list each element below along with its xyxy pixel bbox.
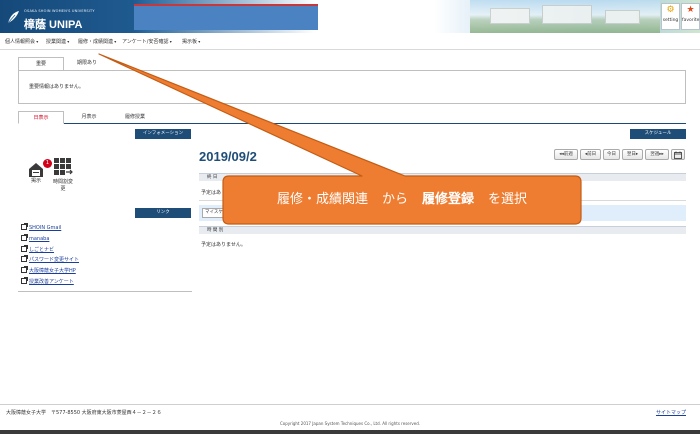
star-icon: ★ <box>686 5 695 15</box>
all-day-no-plans: 予定はあ <box>201 190 222 196</box>
external-link-icon <box>21 255 28 262</box>
header-banner <box>134 4 318 30</box>
links-panel: SHOIN Gmail manaba しごとナビ パスワード変更サイト 大阪樟蔭… <box>18 218 192 292</box>
main-menu: 個人情報照会 授業関連 履修・成績関連 アンケート/安否確認 掲示板 <box>0 33 700 50</box>
link-manaba[interactable]: manaba <box>21 234 49 242</box>
callout-menu-name: 履修・成績関連 <box>276 192 368 207</box>
logo-app-name: 樟蔭 UNIPA <box>24 19 83 31</box>
external-link-icon <box>21 277 28 284</box>
information-panel: 1 掲示 時間割変更 <box>18 139 192 201</box>
callout-target: 履修登録 <box>422 192 475 207</box>
favorite-label: favorite <box>682 18 700 23</box>
setting-label: setting <box>662 18 679 23</box>
external-link-icon <box>21 266 28 273</box>
important-panel: 重要情報はありません。 <box>18 70 686 104</box>
menu-item-bulletin-board[interactable]: 掲示板 <box>182 38 200 45</box>
timetable-change-item[interactable]: 時間割変更 <box>48 151 78 197</box>
callout-from: から <box>381 192 408 207</box>
links-header: リンク <box>135 208 191 218</box>
logo-leaf-icon <box>7 11 19 24</box>
link-shoin-gmail[interactable]: SHOIN Gmail <box>21 223 61 231</box>
link-shigoto-navi[interactable]: しごとナビ <box>21 245 54 253</box>
footer-divider <box>0 404 700 405</box>
external-link-icon <box>21 245 28 252</box>
timetable-change-label: 時間割変更 <box>52 179 73 192</box>
calendar-button[interactable] <box>671 149 685 160</box>
link-university-hp[interactable]: 大阪樟蔭女子大学HP <box>21 266 76 274</box>
timetable-change-icon <box>54 158 73 175</box>
tab-important[interactable]: 重要 <box>18 57 64 71</box>
footer-copyright: Copyright 2017 Japan System Techniques C… <box>279 421 421 426</box>
menu-item-survey[interactable]: アンケート/安否確認 <box>122 38 172 45</box>
external-link-icon <box>21 234 28 241</box>
logo[interactable]: OSAKA SHOIN WOMEN'S UNIVERSITY 樟蔭 UNIPA <box>6 6 136 31</box>
next-day-button[interactable]: 翌日▸ <box>622 149 643 160</box>
instruction-callout: 履修・成績関連 から 履修登録 を選択 <box>223 178 581 222</box>
schedule-date: 2019/09/2 <box>199 149 257 164</box>
view-tabs: 日表示 月表示 履修授業 <box>18 110 686 124</box>
logo-university-name: OSAKA SHOIN WOMEN'S UNIVERSITY <box>24 9 95 13</box>
important-message: 重要情報はありません。 <box>29 84 84 90</box>
menu-item-class[interactable]: 授業関連 <box>46 38 69 45</box>
menu-item-personal-info[interactable]: 個人情報照会 <box>5 38 38 45</box>
footer-address: 大阪樟蔭女子大学 〒577-8550 大阪府東大阪市菱屋西４－２－２６ <box>6 410 162 416</box>
header-bar: OSAKA SHOIN WOMEN'S UNIVERSITY 樟蔭 UNIPA … <box>0 0 700 33</box>
sitemap-link[interactable]: サイトマップ <box>656 409 686 416</box>
link-class-survey[interactable]: 授業改善アンケート <box>21 277 74 285</box>
information-header: インフォメーション <box>135 129 191 139</box>
link-password-change[interactable]: パスワード変更サイト <box>21 255 79 263</box>
tab-deadline[interactable]: 期限あり <box>64 57 110 71</box>
next-week-button[interactable]: 翌週▸▸ <box>645 149 669 160</box>
favorite-button[interactable]: ★ favorite <box>681 3 700 30</box>
callout-select: を選択 <box>488 192 528 207</box>
external-link-icon <box>21 223 28 230</box>
calendar-icon <box>674 151 682 159</box>
timed-section: 時 間 別 <box>199 226 686 234</box>
menu-item-registration-grades[interactable]: 履修・成績関連 <box>78 38 116 45</box>
tab-month-view[interactable]: 月表示 <box>66 111 112 124</box>
gear-icon: ⚙ <box>666 5 675 15</box>
prev-day-button[interactable]: ◂前日 <box>580 149 601 160</box>
tab-day-view[interactable]: 日表示 <box>18 111 64 124</box>
today-button[interactable]: 今日 <box>603 149 620 160</box>
bottom-bar <box>0 430 700 434</box>
setting-button[interactable]: ⚙ setting <box>661 3 680 30</box>
bulletin-item[interactable]: 1 掲示 <box>21 151 52 197</box>
campus-photo <box>470 0 660 33</box>
schedule-header: スケジュール <box>630 129 686 139</box>
tab-courses[interactable]: 履修授業 <box>110 111 160 124</box>
timed-no-plans: 予定はありません。 <box>201 242 246 248</box>
bulletin-label: 掲示 <box>30 178 41 184</box>
prev-week-button[interactable]: ◂◂前週 <box>554 149 578 160</box>
